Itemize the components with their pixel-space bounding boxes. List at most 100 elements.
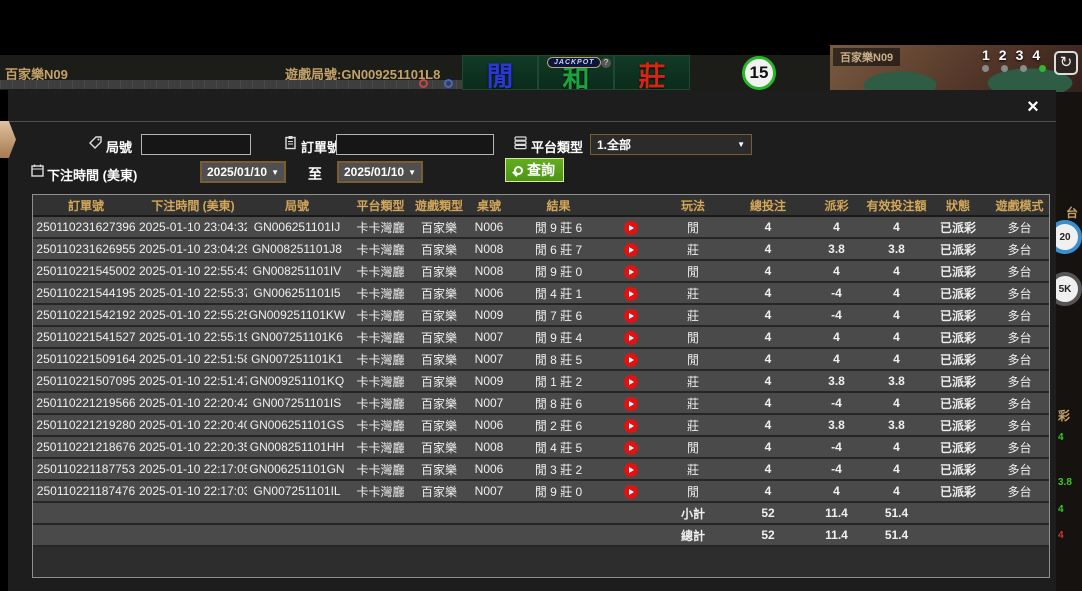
- search-icon: [514, 166, 523, 175]
- platform-select[interactable]: 1.全部 ▼: [590, 134, 752, 155]
- play-icon: [629, 423, 634, 429]
- cell-valid-bet: 4: [865, 216, 928, 238]
- video-play-button[interactable]: [624, 243, 638, 257]
- chip-5k: 5K: [1056, 272, 1082, 306]
- cell-mode: 多台: [988, 304, 1050, 326]
- cell-payout: 4: [808, 348, 865, 370]
- cell-payout: 4: [808, 480, 865, 502]
- cell-order-no: 250110221507095: [33, 370, 139, 392]
- col-header: 平台類型: [347, 195, 414, 216]
- cell-round-no: GN006251101GS: [247, 414, 347, 436]
- cell-sum-total-bet: 52: [728, 524, 808, 546]
- cell-bet-time: 2025-01-10 22:55:19: [139, 326, 247, 348]
- cell-empty: [247, 524, 347, 546]
- countdown-timer: 15: [742, 56, 776, 90]
- cell-mode: 多台: [988, 436, 1050, 458]
- video-play-button[interactable]: [624, 331, 638, 345]
- camera-number[interactable]: 3: [1016, 47, 1024, 63]
- cell-platform: 卡卡灣廳: [347, 216, 414, 238]
- cell-status: 已派彩: [928, 326, 988, 348]
- video-play-button[interactable]: [624, 375, 638, 389]
- cell-mode: 多台: [988, 414, 1050, 436]
- camera-dot: [982, 65, 989, 72]
- date-from-picker[interactable]: 2025/01/10 ▼: [200, 161, 286, 183]
- cell-empty: [514, 524, 603, 546]
- cell-round-no: GN007251101IS: [247, 392, 347, 414]
- video-play-button[interactable]: [624, 353, 638, 367]
- video-play-button[interactable]: [624, 419, 638, 433]
- cell-play: 莊: [658, 238, 728, 260]
- bet-zone-banker[interactable]: 莊: [614, 55, 690, 90]
- bg-number-fragment: 3.8: [1058, 477, 1072, 488]
- video-play-button[interactable]: [624, 309, 638, 323]
- col-header: 狀態: [928, 195, 988, 216]
- help-icon[interactable]: ?: [601, 58, 611, 68]
- cell-payout: 3.8: [808, 238, 865, 260]
- cell-order-no: 250110221219280: [33, 414, 139, 436]
- cell-table-no: N008: [464, 238, 514, 260]
- camera-number[interactable]: 4: [1032, 47, 1040, 63]
- cell-round-no: GN008251101IV: [247, 260, 347, 282]
- cell-video: [603, 216, 658, 238]
- cell-video: [603, 348, 658, 370]
- date-to-picker[interactable]: 2025/01/10 ▼: [337, 161, 423, 183]
- cell-bet-time: 2025-01-10 22:17:03: [139, 480, 247, 502]
- play-icon: [629, 247, 634, 253]
- cell-platform: 卡卡灣廳: [347, 392, 414, 414]
- order-input[interactable]: [336, 134, 494, 155]
- cell-payout: -4: [808, 458, 865, 480]
- chevron-down-icon: ▼: [737, 140, 745, 149]
- video-play-button[interactable]: [624, 485, 638, 499]
- video-play-button[interactable]: [624, 441, 638, 455]
- video-play-button[interactable]: [624, 463, 638, 477]
- cell-empty: [928, 502, 988, 524]
- video-play-button[interactable]: [624, 397, 638, 411]
- cell-empty: [33, 502, 139, 524]
- video-play-button[interactable]: [624, 221, 638, 235]
- cell-round-no: GN009251101KW: [247, 304, 347, 326]
- cell-sum-valid-bet: 51.4: [865, 524, 928, 546]
- to-label: 至: [308, 164, 322, 184]
- camera-number[interactable]: 1: [982, 47, 990, 63]
- cell-empty: [139, 524, 247, 546]
- cell-video: [603, 304, 658, 326]
- cell-order-no: 250110221542192: [33, 304, 139, 326]
- bet-zone-tie[interactable]: JACKPOT ? 和: [538, 55, 614, 90]
- record-row: 2501102211877532025-01-10 22:17:05GN0062…: [33, 458, 1050, 480]
- cell-valid-bet: 4: [865, 458, 928, 480]
- cell-table-no: N009: [464, 304, 514, 326]
- record-row: 2501102215421922025-01-10 22:55:25GN0092…: [33, 304, 1050, 326]
- cell-platform: 卡卡灣廳: [347, 238, 414, 260]
- cell-status: 已派彩: [928, 414, 988, 436]
- cell-video: [603, 260, 658, 282]
- refresh-icon[interactable]: ↻: [1054, 51, 1078, 75]
- cell-valid-bet: 4: [865, 282, 928, 304]
- col-header: 桌號: [464, 195, 514, 216]
- col-header: 結果: [514, 195, 603, 216]
- cell-table-no: N006: [464, 414, 514, 436]
- cell-video: [603, 414, 658, 436]
- cell-valid-bet: 4: [865, 260, 928, 282]
- col-header: 下注時間 (美東): [139, 195, 247, 216]
- cell-order-no: 250110231626955: [33, 238, 139, 260]
- cell-bet-time: 2025-01-10 22:51:58: [139, 348, 247, 370]
- cell-round-no: GN007251101K1: [247, 348, 347, 370]
- camera-numbers[interactable]: 1234: [982, 47, 1046, 63]
- camera-number[interactable]: 2: [999, 47, 1007, 63]
- cell-game-type: 百家樂: [414, 436, 464, 458]
- bet-zones: 閒 JACKPOT ? 和 莊: [462, 55, 690, 90]
- play-icon: [629, 313, 634, 319]
- cell-game-type: 百家樂: [414, 392, 464, 414]
- round-input[interactable]: [141, 134, 251, 155]
- cell-platform: 卡卡灣廳: [347, 326, 414, 348]
- col-header: 派彩: [808, 195, 865, 216]
- cell-platform: 卡卡灣廳: [347, 414, 414, 436]
- video-play-button[interactable]: [624, 265, 638, 279]
- camera-switcher: 1234: [982, 47, 1046, 72]
- video-play-button[interactable]: [624, 287, 638, 301]
- cell-round-no: GN007251101IL: [247, 480, 347, 502]
- search-button[interactable]: 查詢: [505, 158, 564, 182]
- cell-round-no: GN008251101HH: [247, 436, 347, 458]
- bet-zone-player[interactable]: 閒: [462, 55, 538, 90]
- close-icon[interactable]: ×: [1022, 96, 1044, 118]
